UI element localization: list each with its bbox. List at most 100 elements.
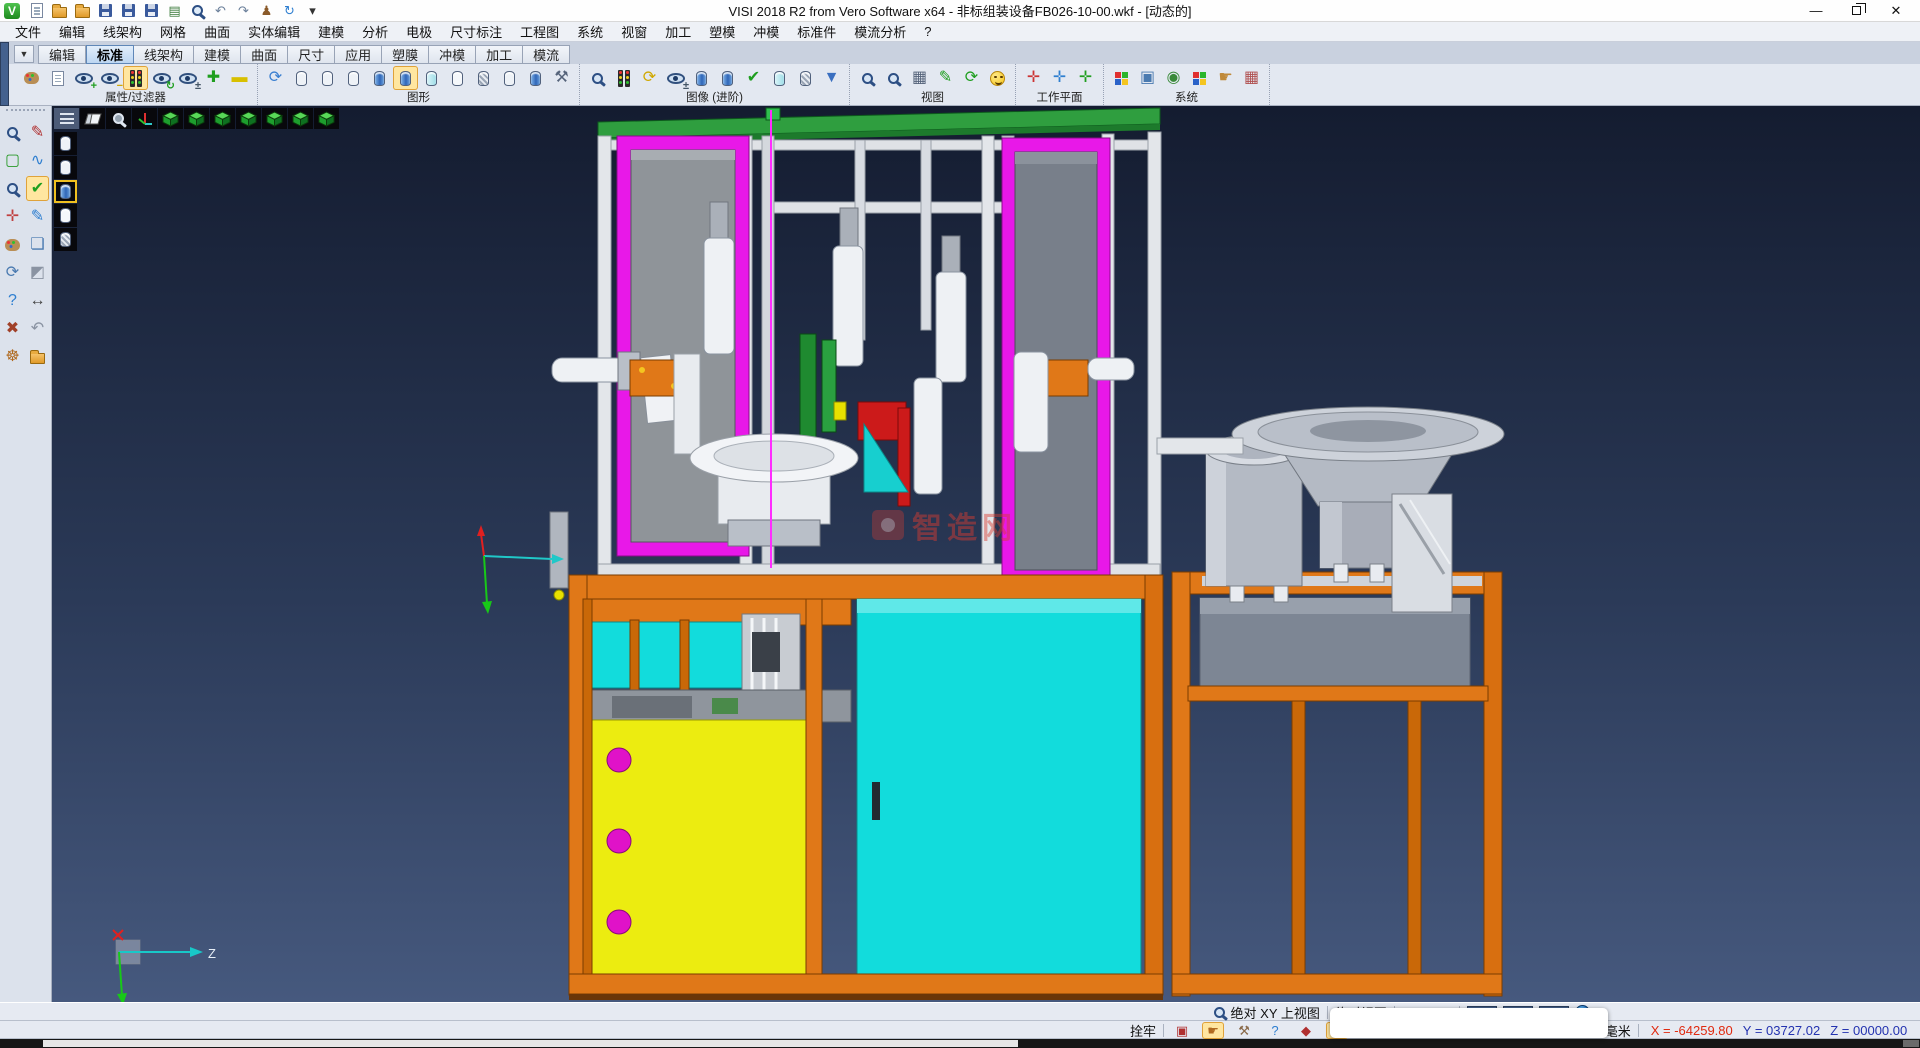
toolbar-grip[interactable] <box>6 109 45 115</box>
menu-item[interactable]: 标准件 <box>788 22 845 41</box>
sogou-ime-bar[interactable]: S中’,☺ <box>1330 1008 1608 1038</box>
hidden-line-icon[interactable] <box>315 66 340 90</box>
pick-settings-icon[interactable]: ☛ <box>1213 66 1238 90</box>
smiley-view-icon[interactable] <box>985 66 1010 90</box>
menu-item[interactable]: 线架构 <box>94 22 151 41</box>
zoom-image-icon[interactable] <box>585 66 610 90</box>
show-all-icon[interactable]: ✚ <box>201 66 226 90</box>
regenerate-icon[interactable]: ⟳ <box>263 66 288 90</box>
taskbar-sliver[interactable] <box>0 1039 1920 1048</box>
snap-point-icon[interactable]: ◆ <box>1295 1022 1317 1039</box>
color-palette-icon[interactable] <box>1109 66 1134 90</box>
menu-item[interactable]: 冲模 <box>744 22 788 41</box>
shaded-icon[interactable] <box>367 66 392 90</box>
flat-shade-icon[interactable] <box>445 66 470 90</box>
show-add-icon[interactable]: + <box>71 66 96 90</box>
navigate-icon[interactable]: ☸ <box>1 344 24 369</box>
close-button[interactable]: ✕ <box>1876 0 1916 21</box>
menu-item[interactable]: 模流分析 <box>845 22 915 41</box>
advanced-filter-icon[interactable] <box>611 66 636 90</box>
grid-view-icon[interactable]: ▦ <box>907 66 932 90</box>
menu-item[interactable]: ? <box>915 24 940 39</box>
view-top-icon[interactable] <box>158 108 183 129</box>
view-iso-icon[interactable] <box>262 108 287 129</box>
ribbon-tab[interactable]: 标准 <box>86 45 134 64</box>
ribbon-tab[interactable]: 应用 <box>335 45 382 64</box>
measure-icon[interactable]: ↔ <box>26 288 49 313</box>
modify-attributes-icon[interactable] <box>19 66 44 90</box>
workplane-align-icon[interactable]: ✛ <box>1073 66 1098 90</box>
show-desktop-button[interactable] <box>1903 1040 1919 1047</box>
ribbon-tab[interactable]: 尺寸 <box>288 45 335 64</box>
display-mesh-icon[interactable] <box>54 228 77 251</box>
save-as-icon[interactable] <box>118 2 139 20</box>
confirm-icon[interactable]: ✔ <box>26 176 49 201</box>
canvas-menu-icon[interactable] <box>54 108 79 129</box>
undo-gray-icon[interactable]: ↶ <box>26 316 49 341</box>
plane-view-icon[interactable] <box>80 108 105 129</box>
refresh-view-icon[interactable]: ⟳ <box>959 66 984 90</box>
copy-attributes-icon[interactable] <box>45 66 70 90</box>
layer-colors-icon[interactable] <box>1187 66 1212 90</box>
dashed-hidden-icon[interactable] <box>341 66 366 90</box>
menu-item[interactable]: 建模 <box>309 22 353 41</box>
3d-viewport[interactable]: 智造网 Z <box>52 106 1920 1002</box>
restore-button[interactable] <box>1836 0 1876 21</box>
swap-visibility-icon[interactable]: ± <box>175 66 200 90</box>
ribbon-tab[interactable]: 线架构 <box>134 45 194 64</box>
tab-dropdown-button[interactable]: ▼ <box>14 45 34 63</box>
filter-toggle-icon[interactable] <box>123 66 148 90</box>
zoom-selected-icon[interactable] <box>855 66 880 90</box>
shade-option-a-icon[interactable] <box>689 66 714 90</box>
new-document-icon[interactable] <box>26 2 47 20</box>
menu-item[interactable]: 分析 <box>353 22 397 41</box>
zoom-all-icon[interactable] <box>881 66 906 90</box>
workplane-xyz-icon[interactable]: ✛ <box>1021 66 1046 90</box>
snap-wand-icon[interactable]: ☛ <box>1202 1022 1224 1039</box>
dynamic-render-icon[interactable] <box>523 66 548 90</box>
sketch-icon[interactable]: ✎ <box>26 204 49 229</box>
ribbon-tab[interactable]: 模流 <box>523 45 570 64</box>
transparent-shade-icon[interactable] <box>419 66 444 90</box>
validate-shade-icon[interactable]: ✔ <box>741 66 766 90</box>
view-front-icon[interactable] <box>184 108 209 129</box>
menu-item[interactable]: 网格 <box>151 22 195 41</box>
menu-item[interactable]: 塑模 <box>700 22 744 41</box>
edit-delete-icon[interactable]: ✎ <box>26 120 49 145</box>
zoom-preview-icon[interactable] <box>1 120 24 145</box>
help-icon[interactable]: ? <box>1 288 24 313</box>
display-wireframe-icon[interactable] <box>54 132 77 155</box>
preview-icon[interactable] <box>187 2 208 20</box>
print-icon[interactable]: ▤ <box>164 2 185 20</box>
hide-all-icon[interactable]: ▬ <box>227 66 252 90</box>
menu-item[interactable]: 实体编辑 <box>239 22 309 41</box>
view-right-icon[interactable] <box>236 108 261 129</box>
view-iso-back-icon[interactable] <box>288 108 313 129</box>
lock-label[interactable]: 拴牢 <box>1130 1021 1156 1040</box>
ribbon-tab[interactable]: 编辑 <box>38 45 86 64</box>
delete-icon[interactable]: ✖ <box>1 316 24 341</box>
workplane-edit-icon[interactable]: ✛ <box>1047 66 1072 90</box>
regen-icon[interactable]: ⟳ <box>1 260 24 285</box>
mesh-adv-icon[interactable] <box>793 66 818 90</box>
menu-item[interactable]: 尺寸标注 <box>441 22 511 41</box>
select-frame-icon[interactable]: ▢ <box>1 148 24 173</box>
open-folder-icon[interactable] <box>49 2 70 20</box>
calculator-icon[interactable]: ▦ <box>1239 66 1264 90</box>
open-model-icon[interactable] <box>26 344 49 369</box>
render-attributes-icon[interactable] <box>1 232 24 257</box>
ribbon-tab[interactable]: 建模 <box>194 45 241 64</box>
ribbon-tab[interactable]: 曲面 <box>241 45 288 64</box>
image-settings-icon[interactable]: ▣ <box>1135 66 1160 90</box>
render-settings-icon[interactable]: ⚒ <box>549 66 574 90</box>
snap-disable-icon[interactable]: ▣ <box>1171 1022 1193 1039</box>
display-flat-icon[interactable] <box>54 204 77 227</box>
transparent-adv-icon[interactable] <box>767 66 792 90</box>
toggle-elements-icon[interactable]: ± <box>663 66 688 90</box>
refresh-icon[interactable]: ↻ <box>279 2 300 20</box>
menu-item[interactable]: 系统 <box>568 22 612 41</box>
viewports-icon[interactable]: ❏ <box>26 232 49 257</box>
visi-logo[interactable]: V <box>4 3 20 19</box>
move-origin-icon[interactable]: ✛ <box>1 204 24 229</box>
mesh-shade-icon[interactable] <box>471 66 496 90</box>
